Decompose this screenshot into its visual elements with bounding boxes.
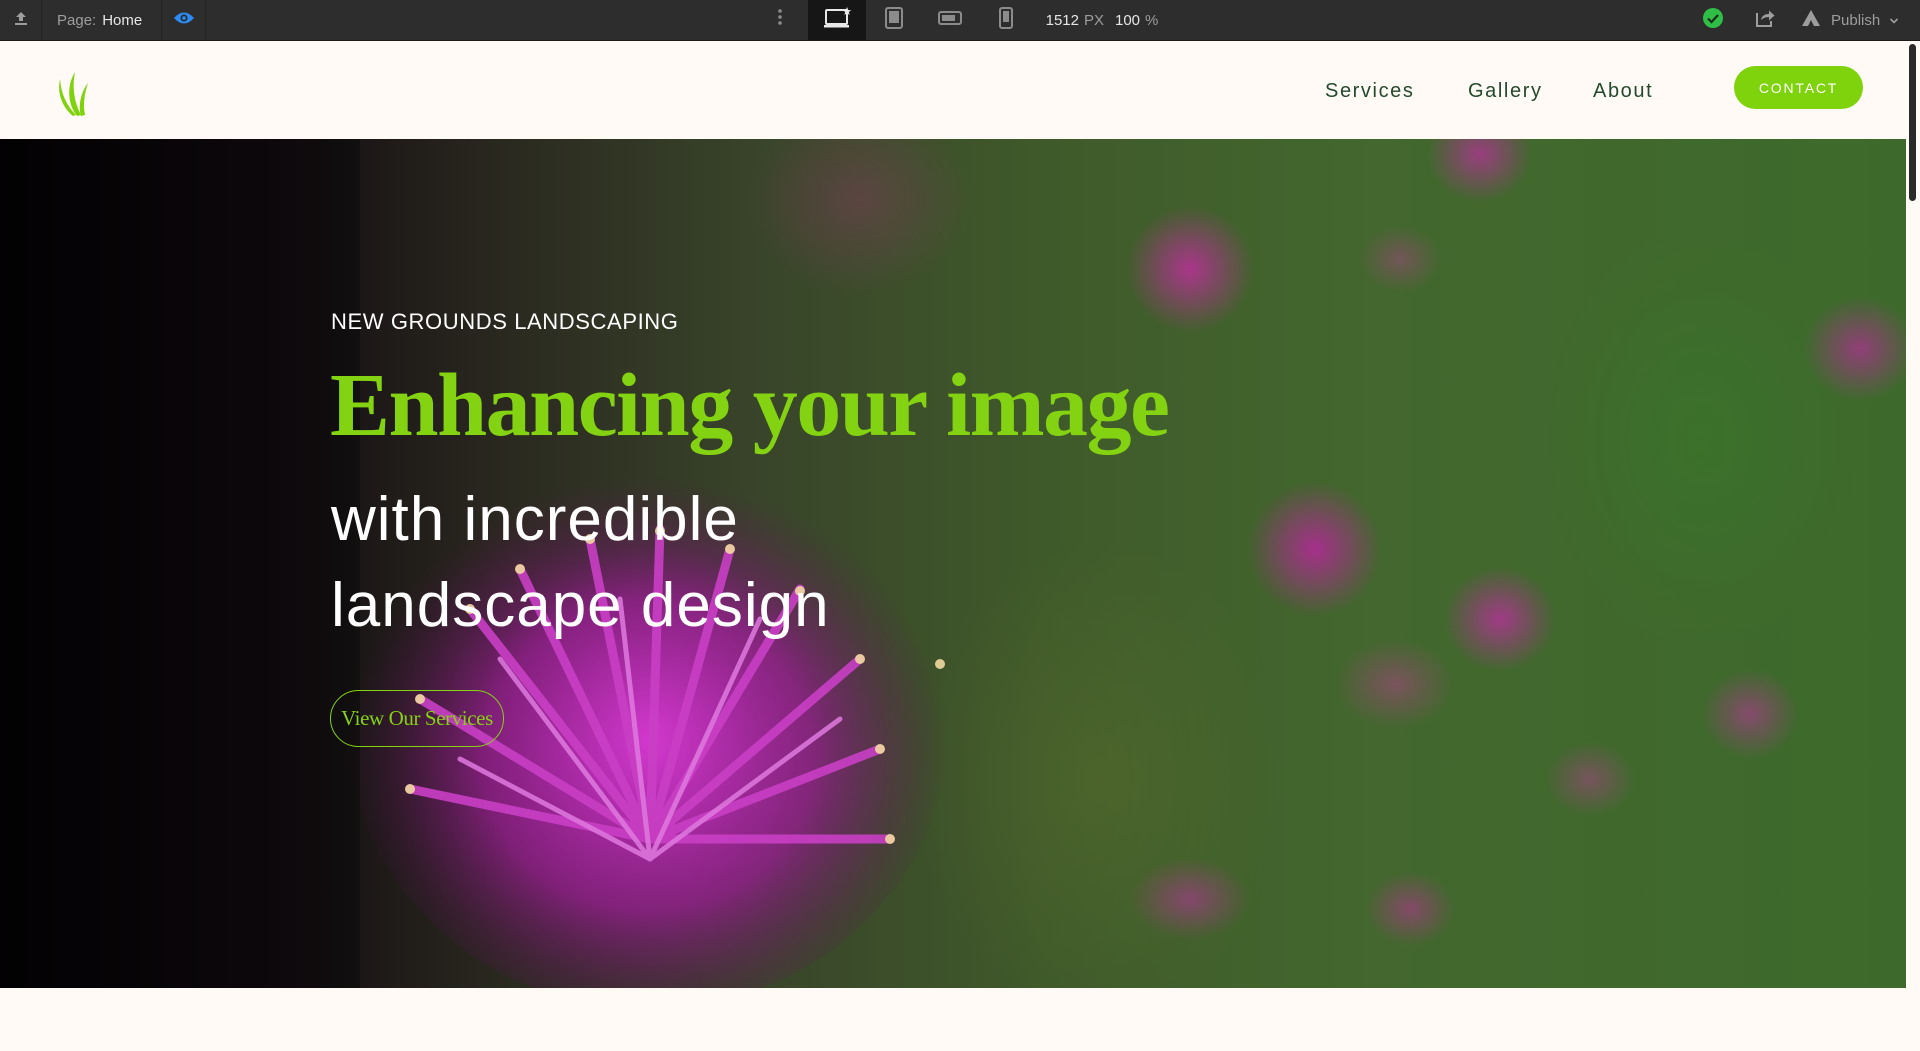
canvas-width-unit: PX xyxy=(1083,11,1104,29)
brand-logo[interactable] xyxy=(54,67,94,122)
breakpoint-mobile-landscape-button[interactable] xyxy=(922,0,978,40)
hero-section: NEW GROUNDS LANDSCAPING Enhancing your i… xyxy=(0,139,1906,988)
grass-logo-icon xyxy=(54,72,94,121)
publish-label: Publish xyxy=(1831,11,1881,29)
contact-button[interactable]: CONTACT xyxy=(1734,66,1863,109)
site-navbar: Services Gallery About CONTACT xyxy=(0,41,1906,139)
breakpoint-mobile-portrait-button[interactable] xyxy=(978,0,1034,40)
site-status-button[interactable] xyxy=(1690,0,1736,40)
nav-link-services[interactable]: Services xyxy=(1325,80,1415,103)
mobile-landscape-icon xyxy=(938,10,962,30)
publish-icon xyxy=(1800,9,1822,31)
next-section xyxy=(0,988,1906,1051)
breakpoint-tablet-button[interactable] xyxy=(866,0,922,40)
export-code-button[interactable] xyxy=(1742,0,1788,40)
publish-button[interactable]: Publish xyxy=(1790,0,1920,40)
page-selector[interactable]: Page: Home xyxy=(42,0,162,40)
zoom-unit: % xyxy=(1145,11,1159,29)
hero-subtitle-line: with incredible xyxy=(331,485,739,554)
hero-subtitle-line: landscape design xyxy=(331,571,830,640)
exit-designer-icon xyxy=(13,10,29,30)
desktop-icon xyxy=(822,7,852,33)
canvas-width-value: 1512 xyxy=(1045,11,1079,29)
check-circle-icon xyxy=(1702,7,1724,33)
hero-eyebrow: NEW GROUNDS LANDSCAPING xyxy=(331,309,679,334)
hero-subtitle: with incredible landscape design xyxy=(331,477,1031,649)
canvas-size-readout[interactable]: 1512 PX 100 % xyxy=(1036,0,1168,40)
tablet-icon xyxy=(884,7,904,33)
designer-toolbar: Page: Home 1512 PX 100 % Publish xyxy=(0,0,1920,41)
preview-button[interactable] xyxy=(162,0,206,40)
scrollbar-thumb[interactable] xyxy=(1909,44,1916,201)
nav-link-gallery[interactable]: Gallery xyxy=(1468,80,1543,103)
chevron-down-icon xyxy=(1889,12,1899,29)
page-selector-value: Home xyxy=(102,11,143,29)
mobile-portrait-icon xyxy=(999,7,1013,33)
nav-link-about[interactable]: About xyxy=(1593,80,1653,103)
exit-designer-button[interactable] xyxy=(0,0,42,40)
page-selector-label: Page: xyxy=(57,11,97,29)
breakpoint-desktop-button[interactable] xyxy=(808,0,866,40)
zoom-value: 100 xyxy=(1115,11,1141,29)
eye-icon xyxy=(173,10,195,30)
more-vertical-icon xyxy=(777,8,783,32)
hero-title: Enhancing your image xyxy=(330,356,1170,455)
view-services-button[interactable]: View Our Services xyxy=(330,690,504,747)
more-options-button[interactable] xyxy=(760,0,800,40)
export-icon xyxy=(1754,8,1776,32)
